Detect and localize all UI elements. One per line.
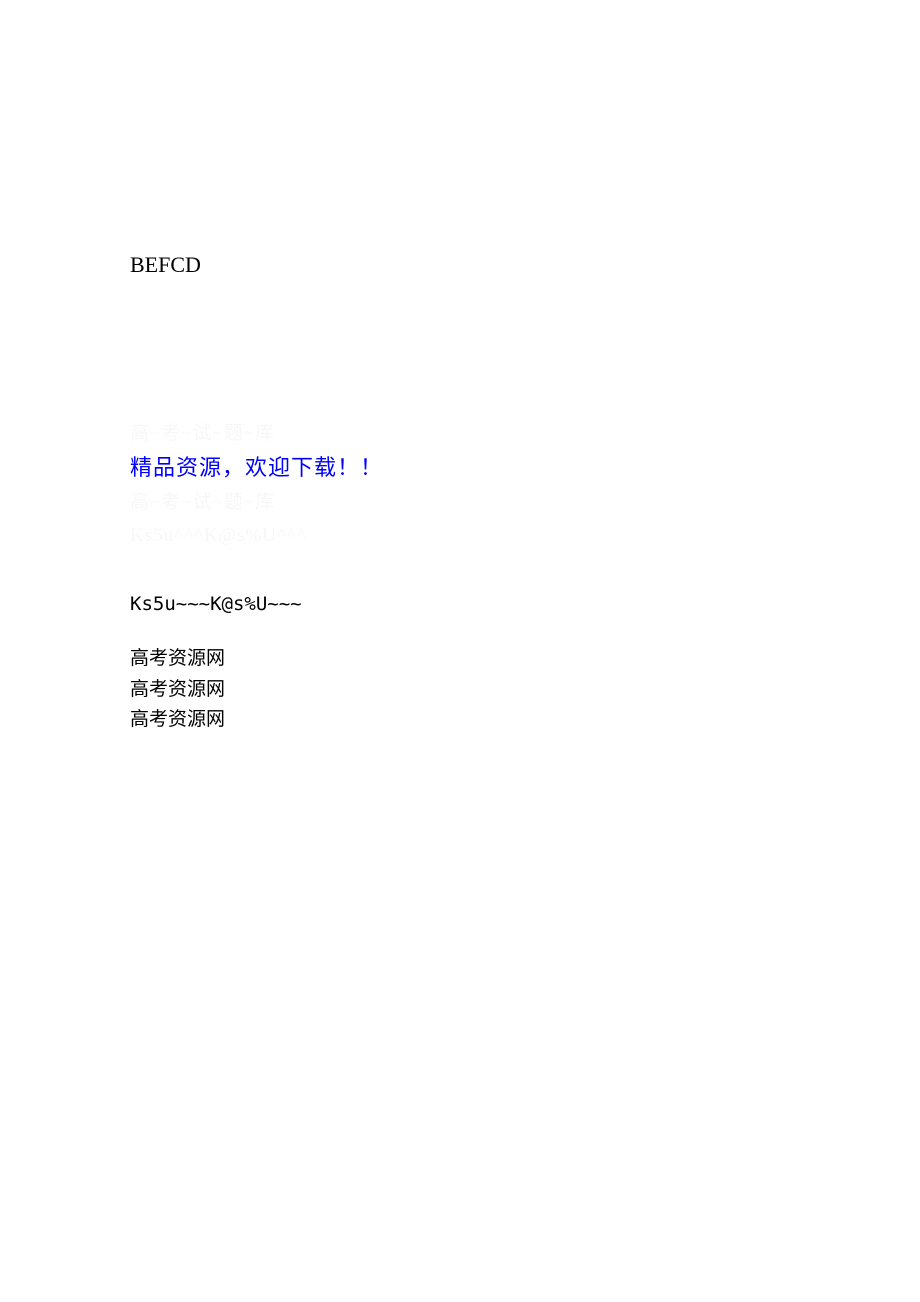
- repeat-text-3: 高考资源网: [130, 707, 790, 734]
- repeat-text-1: 高考资源网: [130, 646, 790, 673]
- code-string: Ks5u~~~K@s%U~~~: [130, 591, 790, 618]
- faint-text-1: 高~考~试~题~库: [130, 421, 790, 448]
- document-page: BEFCD 高~考~试~题~库 精品资源，欢迎下载！！ 高~考~试~题~库 Ks…: [0, 0, 920, 734]
- faint-text-3: Ks5u^^^K@s%U^^^: [130, 523, 790, 550]
- repeat-text-2: 高考资源网: [130, 677, 790, 704]
- faint-text-2: 高~考~试~题~库: [130, 490, 790, 517]
- faint-group: 高~考~试~题~库 Ks5u^^^K@s%U^^^: [130, 490, 790, 549]
- code-text: BEFCD: [130, 250, 790, 281]
- welcome-text: 精品资源，欢迎下载！！: [130, 453, 790, 484]
